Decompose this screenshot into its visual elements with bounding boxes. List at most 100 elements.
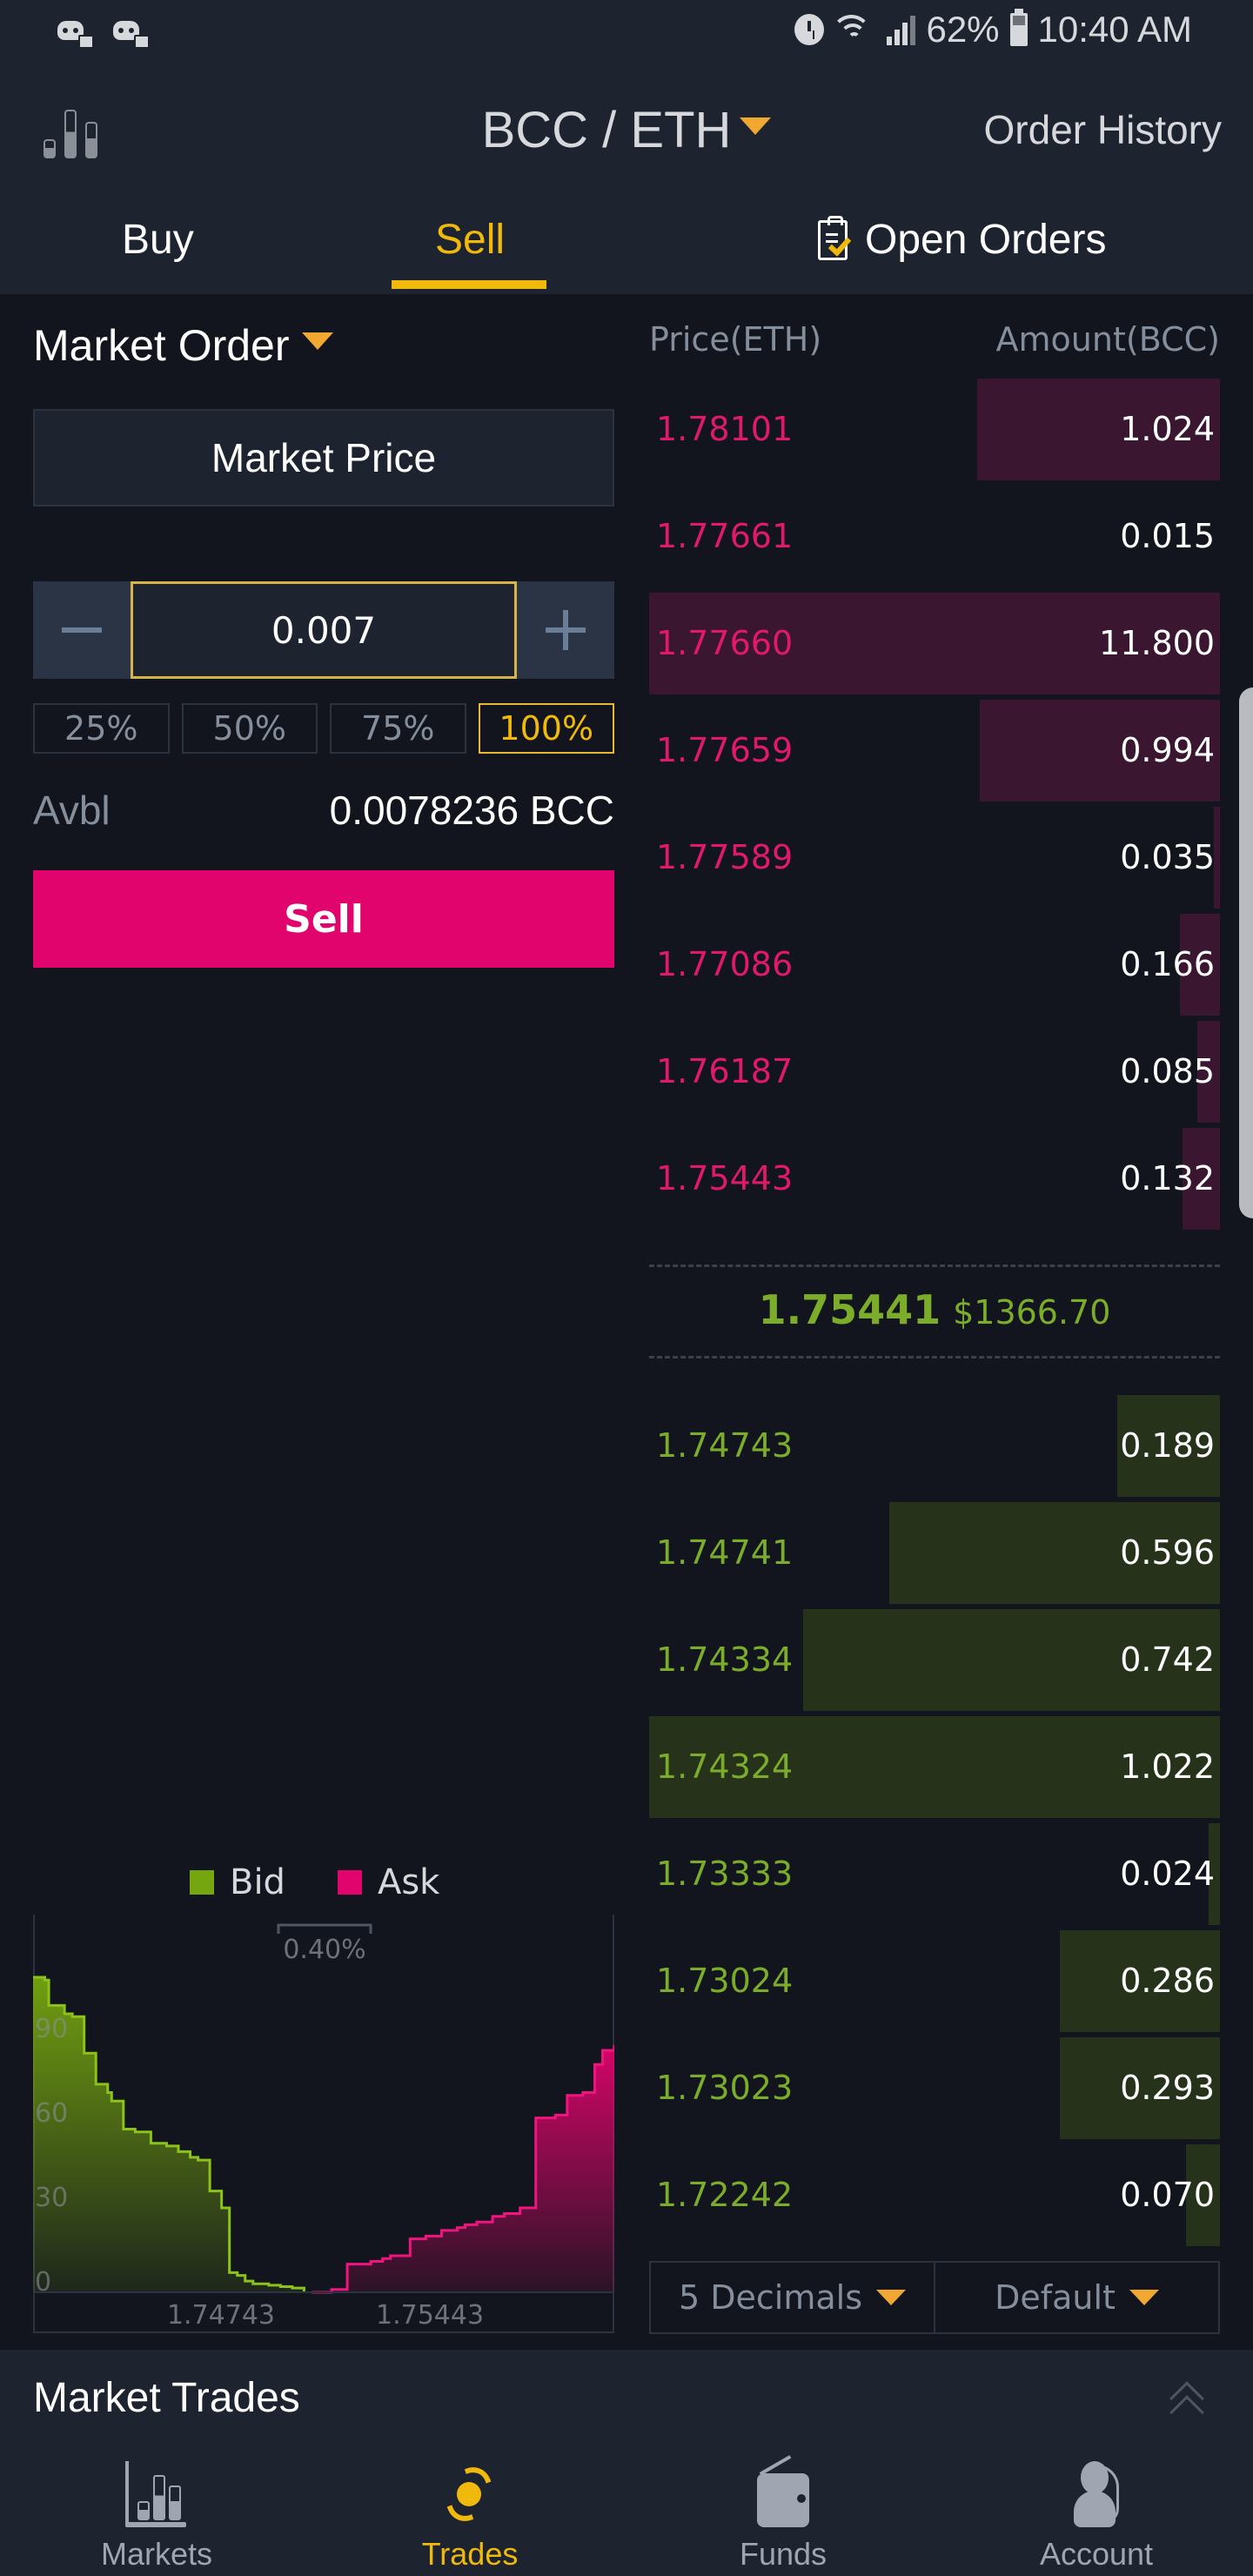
tab-open-orders[interactable]: Open Orders — [818, 215, 1107, 264]
battery-percent: 62% — [926, 9, 1000, 50]
double-chevron-up-icon[interactable] — [1168, 2381, 1206, 2430]
legend-bid-label: Bid — [230, 1862, 285, 1902]
app-header: BCC / ETH Order History — [0, 66, 1253, 200]
market-trades-bar[interactable]: Market Trades — [0, 2350, 1253, 2451]
pair-label: BCC / ETH — [481, 102, 732, 158]
x-tick-label: 1.75443 — [376, 2300, 484, 2331]
ask-amount: 0.035 — [1120, 838, 1215, 876]
scroll-handle[interactable] — [1239, 688, 1253, 1218]
caret-down-icon — [876, 2290, 906, 2305]
caret-down-icon — [301, 332, 333, 350]
percent-75-button[interactable]: 75% — [330, 703, 466, 754]
ask-price: 1.75443 — [656, 1159, 794, 1197]
ask-row[interactable]: 1.77660 11.800 — [649, 593, 1220, 694]
ask-amount: 0.015 — [1120, 517, 1215, 555]
bid-row[interactable]: 1.73024 0.286 — [649, 1930, 1220, 2032]
bid-row[interactable]: 1.74334 0.742 — [649, 1609, 1220, 1711]
order-type-dropdown[interactable]: Market Order — [33, 320, 333, 371]
caret-down-icon — [1129, 2290, 1159, 2305]
tab-sell[interactable]: Sell — [435, 216, 505, 264]
depth-legend: Bid Ask — [190, 1862, 439, 1902]
percent-100-button[interactable]: 100% — [478, 703, 614, 754]
x-tick-label: 1.74743 — [167, 2300, 275, 2331]
view-mode-dropdown[interactable]: Default — [934, 2263, 1218, 2332]
bid-price: 1.72242 — [656, 2176, 794, 2214]
amount-stepper — [33, 581, 614, 679]
decrement-button[interactable] — [33, 581, 131, 679]
available-label: Avbl — [33, 788, 111, 833]
sell-button[interactable]: Sell — [33, 870, 614, 968]
battery-icon — [1009, 9, 1028, 46]
nav-markets[interactable]: Markets — [0, 2451, 313, 2576]
ask-amount: 0.166 — [1120, 945, 1215, 983]
bottom-nav: Markets Trades Funds Account — [0, 2451, 1253, 2576]
amount-input[interactable] — [131, 581, 517, 679]
last-price-usd: $1366.70 — [953, 1293, 1111, 1332]
ask-amount: 0.085 — [1120, 1052, 1215, 1090]
legend-ask: Ask — [337, 1862, 439, 1902]
orderbook-header-price: Price(ETH) — [649, 320, 822, 359]
ask-row[interactable]: 1.77661 0.015 — [649, 486, 1220, 587]
bid-row[interactable]: 1.74743 0.189 — [649, 1395, 1220, 1497]
available-balance: 0.0078236 BCC — [330, 787, 614, 834]
ask-row[interactable]: 1.77659 0.994 — [649, 700, 1220, 802]
view-mode-label: Default — [995, 2278, 1116, 2317]
clipboard-check-icon — [818, 215, 852, 260]
increment-button[interactable] — [517, 581, 614, 679]
decimals-label: 5 Decimals — [678, 2278, 862, 2317]
order-history-link[interactable]: Order History — [984, 106, 1222, 153]
ask-area — [312, 2044, 614, 2292]
bid-amount: 1.022 — [1120, 1748, 1215, 1786]
bid-amount: 0.742 — [1120, 1640, 1215, 1679]
ask-row[interactable]: 1.76187 0.085 — [649, 1021, 1220, 1123]
tab-open-orders-label: Open Orders — [865, 217, 1107, 263]
caret-down-icon — [740, 117, 772, 135]
bid-row[interactable]: 1.73333 0.024 — [649, 1823, 1220, 1925]
decimals-dropdown[interactable]: 5 Decimals — [651, 2263, 934, 2332]
bid-price: 1.73333 — [656, 1855, 794, 1893]
bid-row[interactable]: 1.74741 0.596 — [649, 1502, 1220, 1604]
nav-funds-label: Funds — [739, 2536, 828, 2572]
ask-row[interactable]: 1.78101 1.024 — [649, 379, 1220, 480]
nav-trades[interactable]: Trades — [313, 2451, 626, 2576]
depth-chart[interactable]: 0.40% 0306090 1.74743 1.75443 — [33, 1915, 614, 2334]
signal-icon — [887, 14, 916, 45]
tab-buy[interactable]: Buy — [122, 216, 194, 264]
bid-area — [33, 1977, 305, 2292]
bid-row[interactable]: 1.73023 0.293 — [649, 2037, 1220, 2139]
ask-row[interactable]: 1.77086 0.166 — [649, 914, 1220, 1016]
bid-price: 1.74324 — [656, 1748, 794, 1786]
order-type-label: Market Order — [33, 321, 290, 370]
last-price-value: 1.75441 — [758, 1286, 941, 1333]
trade-tabs: Buy Sell Open Orders — [0, 200, 1253, 294]
bid-amount: 0.286 — [1120, 1962, 1215, 2000]
available-amount: 0.0078236 — [329, 788, 519, 833]
bid-row[interactable]: 1.72242 0.070 — [649, 2144, 1220, 2246]
bid-row[interactable]: 1.74324 1.022 — [649, 1716, 1220, 1818]
bid-price: 1.73024 — [656, 1962, 794, 2000]
trades-icon — [435, 2459, 505, 2529]
nav-account[interactable]: Account — [940, 2451, 1253, 2576]
bid-price: 1.74334 — [656, 1640, 794, 1679]
divider — [649, 1356, 1220, 1358]
plus-icon — [546, 610, 586, 650]
ask-price: 1.77086 — [656, 945, 794, 983]
ask-row[interactable]: 1.75443 0.132 — [649, 1128, 1220, 1230]
ask-price: 1.77661 — [656, 517, 794, 555]
discord-icon — [113, 19, 150, 49]
legend-ask-swatch — [337, 1870, 362, 1895]
ask-row[interactable]: 1.77589 0.035 — [649, 807, 1220, 909]
wifi-icon — [834, 13, 876, 46]
legend-bid: Bid — [190, 1862, 285, 1902]
nav-funds[interactable]: Funds — [626, 2451, 940, 2576]
ask-price: 1.77589 — [656, 838, 794, 876]
percent-50-button[interactable]: 50% — [181, 703, 318, 754]
ask-price: 1.76187 — [656, 1052, 794, 1090]
ask-amount: 11.800 — [1099, 624, 1215, 662]
bid-price: 1.74743 — [656, 1426, 794, 1465]
percent-25-button[interactable]: 25% — [33, 703, 170, 754]
orderbook-header-amount: Amount(BCC) — [995, 320, 1220, 359]
bid-amount: 0.596 — [1120, 1533, 1215, 1572]
markets-icon — [122, 2461, 191, 2527]
available-currency: BCC — [529, 788, 614, 833]
